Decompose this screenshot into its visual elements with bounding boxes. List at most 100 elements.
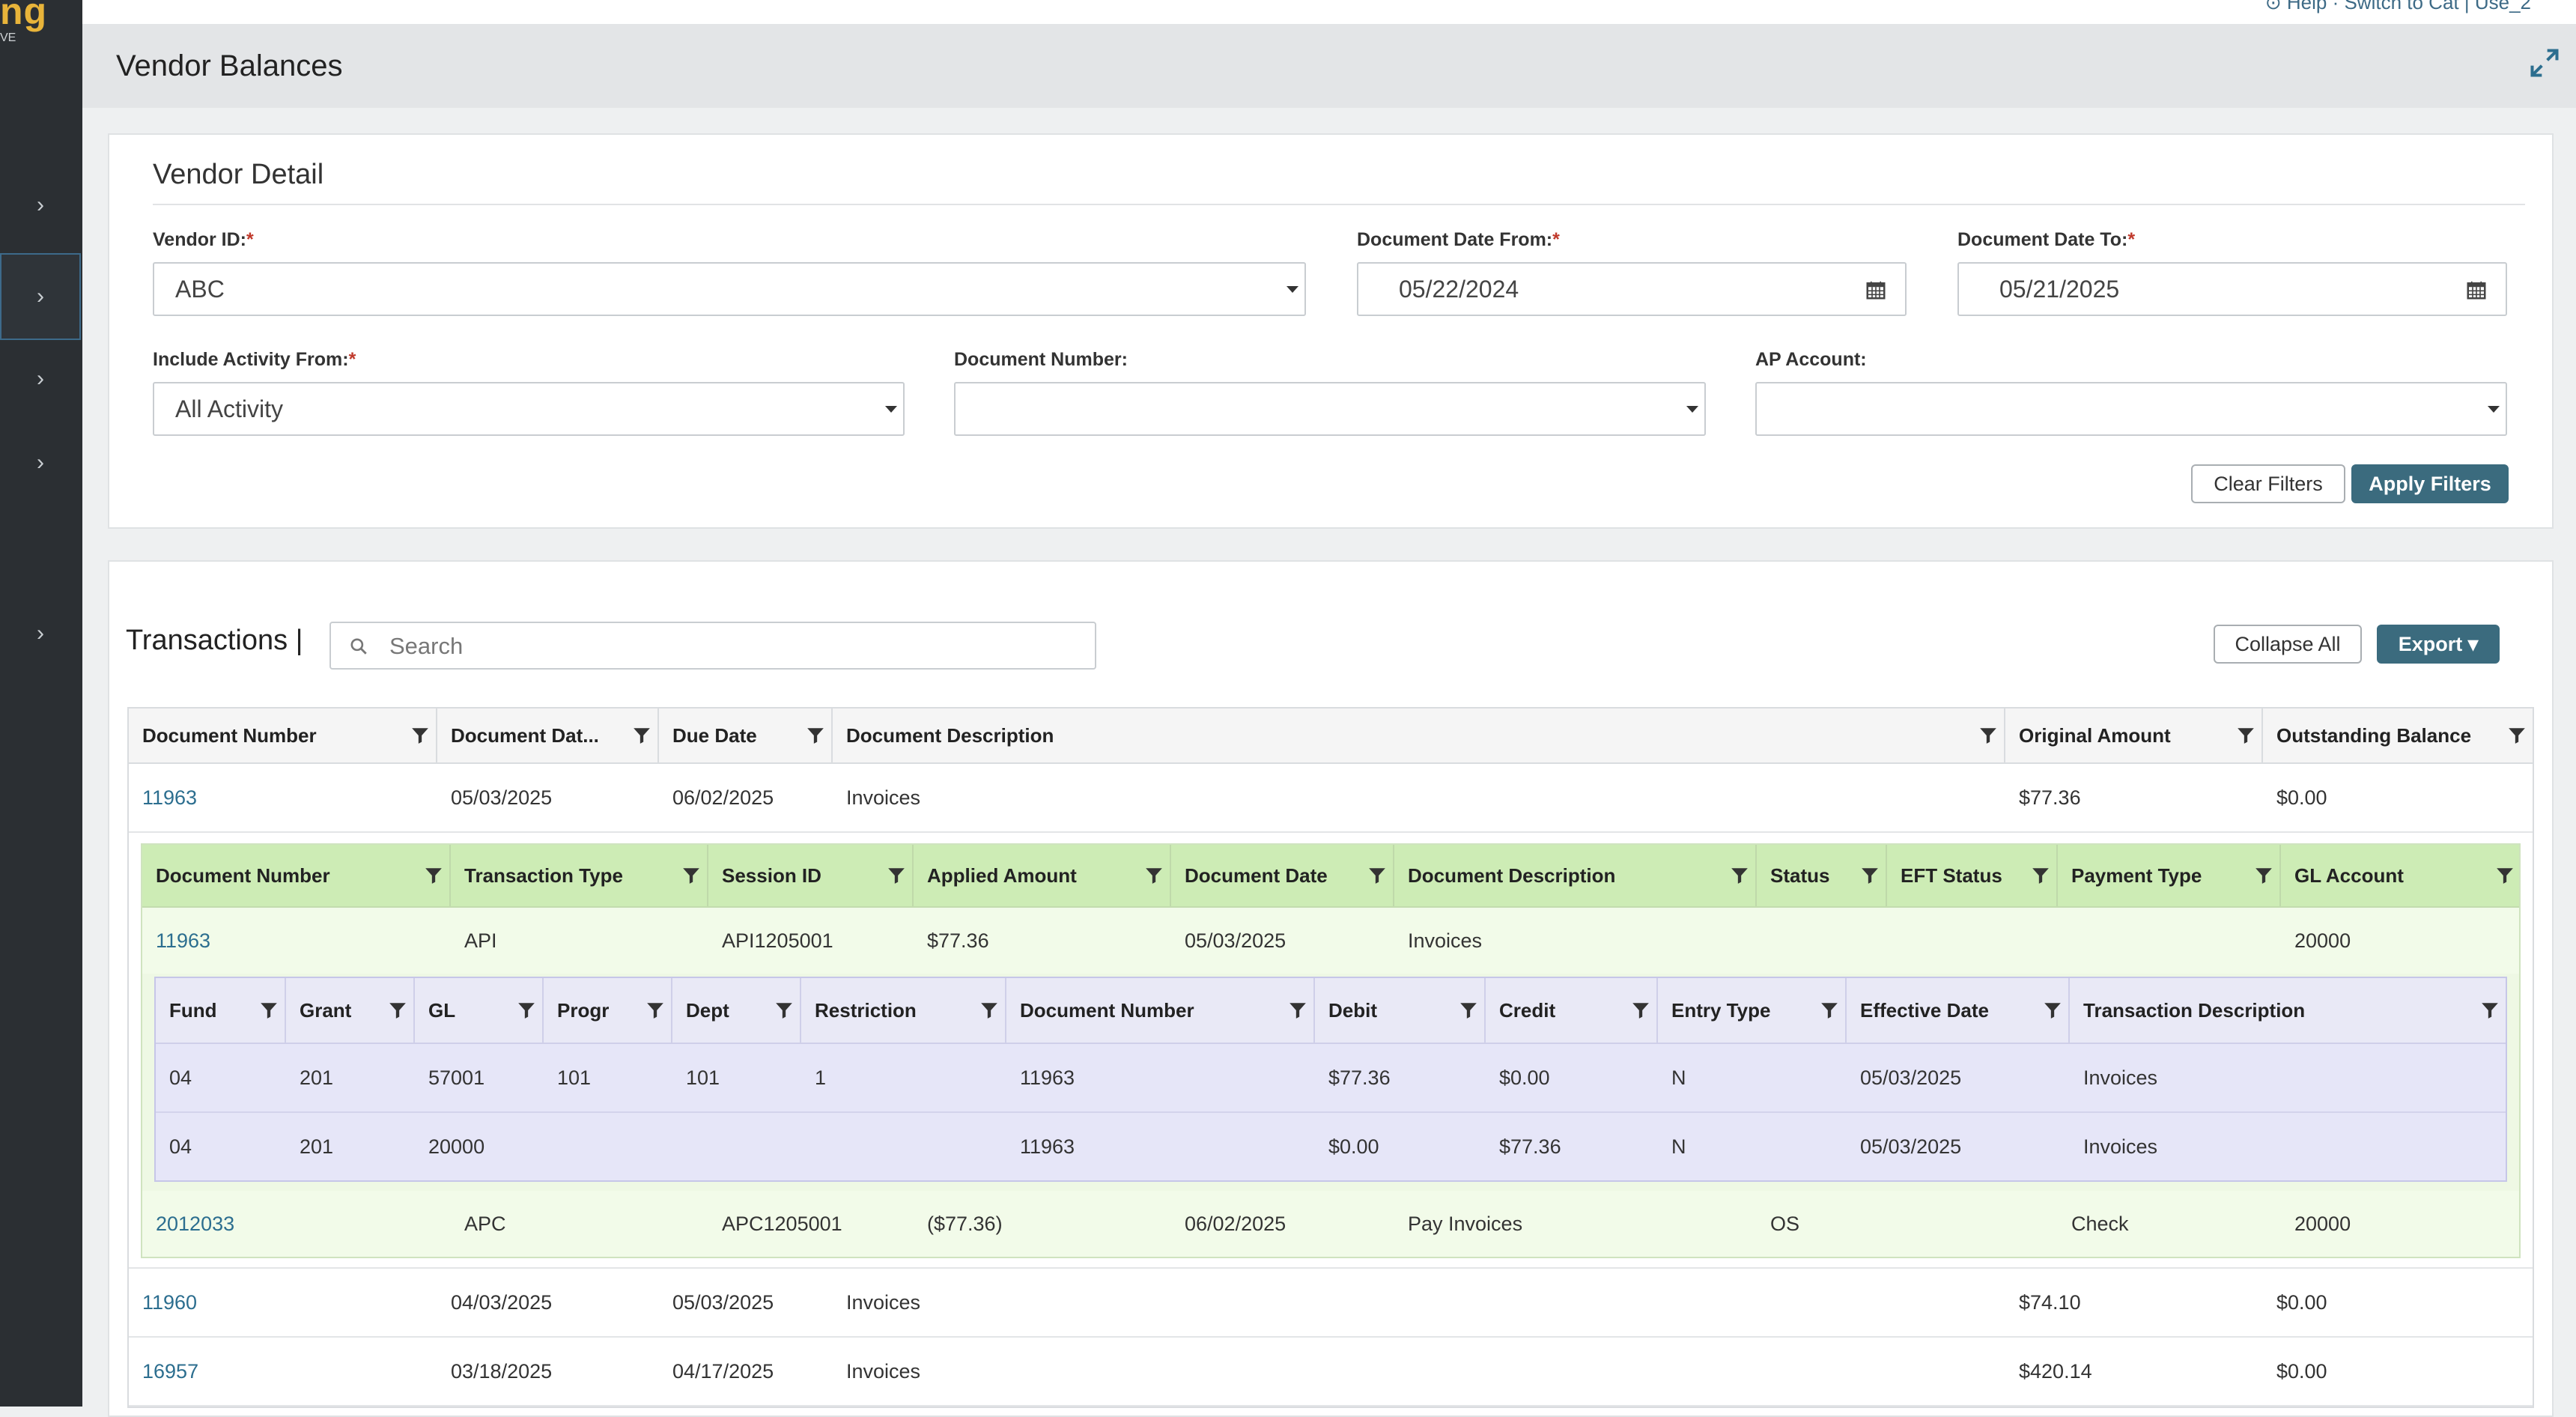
filter-icon[interactable] — [517, 1001, 536, 1020]
sidebar-item-3[interactable]: › — [0, 337, 81, 421]
column-header[interactable]: GL Account — [2281, 845, 2521, 906]
document-number-select[interactable] — [954, 382, 1706, 436]
column-header[interactable]: EFT Status — [1887, 845, 2058, 906]
column-header[interactable]: Payment Type — [2058, 845, 2281, 906]
column-header[interactable]: Entry Type — [1658, 978, 1847, 1043]
sidebar-item-4[interactable]: › — [0, 421, 81, 505]
sidebar-item-2[interactable]: › — [0, 253, 81, 340]
filter-icon[interactable] — [681, 866, 701, 885]
document-number-link[interactable]: 2012033 — [142, 1191, 234, 1257]
search-input[interactable] — [388, 629, 1065, 664]
document-number-link[interactable]: 16957 — [129, 1338, 198, 1405]
detail-row[interactable]: 11963 API API1205001 $77.36 05/03/2025 I… — [142, 908, 2519, 974]
filter-icon[interactable] — [979, 1001, 999, 1020]
filter-icon[interactable] — [2495, 866, 2515, 885]
document-number-link[interactable]: 11963 — [129, 764, 197, 831]
column-header[interactable]: Status — [1757, 845, 1887, 906]
ap-account-select[interactable] — [1755, 382, 2507, 436]
search-icon — [350, 638, 367, 655]
table-row[interactable]: 16957 03/18/2025 04/17/2025 Invoices $42… — [129, 1338, 2533, 1407]
expand-icon[interactable] — [2528, 46, 2561, 79]
calendar-icon[interactable] — [1865, 279, 1887, 301]
filter-icon[interactable] — [424, 866, 443, 885]
restriction — [801, 1113, 815, 1180]
column-header[interactable]: Document Date — [1171, 845, 1394, 906]
column-header[interactable]: Document Number — [129, 708, 437, 762]
filter-icon[interactable] — [774, 1001, 794, 1020]
date-from-input[interactable]: 05/22/2024 — [1357, 262, 1907, 316]
column-header[interactable]: Due Date — [659, 708, 833, 762]
filter-icon[interactable] — [2031, 866, 2050, 885]
gl-line-row[interactable]: 04 201 20000 11963 $0.00 $77.36 N 05/03/… — [156, 1113, 2506, 1180]
filter-icon[interactable] — [1631, 1001, 1650, 1020]
column-header[interactable]: Original Amount — [2005, 708, 2263, 762]
vendor-id-select[interactable]: ABC — [153, 262, 1306, 316]
filter-icon[interactable] — [1459, 1001, 1478, 1020]
date-to-input[interactable]: 05/21/2025 — [1957, 262, 2507, 316]
column-header[interactable]: Fund — [156, 978, 286, 1043]
column-header[interactable]: Dept — [672, 978, 801, 1043]
calendar-icon[interactable] — [2465, 279, 2488, 301]
column-header[interactable]: Credit — [1486, 978, 1658, 1043]
page-title: Vendor Balances — [116, 49, 343, 82]
filter-icon[interactable] — [2043, 1001, 2062, 1020]
column-header[interactable]: Restriction — [801, 978, 1006, 1043]
column-header[interactable]: GL — [415, 978, 544, 1043]
top-utility-bar: ⊙ Help · Switch to Cat | Use_2 — [82, 0, 2576, 24]
column-header[interactable]: Progr — [544, 978, 672, 1043]
top-utility-links[interactable]: ⊙ Help · Switch to Cat | Use_2 — [2265, 0, 2531, 14]
filter-icon[interactable] — [887, 866, 906, 885]
filter-icon[interactable] — [2254, 866, 2273, 885]
filter-icon[interactable] — [632, 726, 651, 745]
column-header[interactable]: Document Description — [1394, 845, 1757, 906]
filter-icon[interactable] — [1820, 1001, 1839, 1020]
filter-icon[interactable] — [2480, 1001, 2500, 1020]
column-header[interactable]: Document Description — [833, 708, 2005, 762]
apply-filters-button[interactable]: Apply Filters — [2351, 464, 2509, 503]
filter-icon[interactable] — [1144, 866, 1164, 885]
due-date: 04/17/2025 — [672, 1359, 774, 1383]
column-header[interactable]: Outstanding Balance — [2263, 708, 2533, 762]
detail-row[interactable]: 2012033 APC APC1205001 ($77.36) 06/02/20… — [142, 1191, 2519, 1257]
filter-icon[interactable] — [410, 726, 430, 745]
filter-icon[interactable] — [645, 1001, 665, 1020]
filter-icon[interactable] — [2507, 726, 2527, 745]
column-header[interactable]: Effective Date — [1847, 978, 2070, 1043]
filter-icon[interactable] — [806, 726, 825, 745]
clear-filters-button[interactable]: Clear Filters — [2191, 464, 2345, 503]
table-row[interactable]: 11960 04/03/2025 05/03/2025 Invoices $74… — [129, 1267, 2533, 1338]
column-header[interactable]: Debit — [1315, 978, 1486, 1043]
column-header[interactable]: Applied Amount — [914, 845, 1171, 906]
column-header[interactable]: Session ID — [708, 845, 914, 906]
column-header[interactable]: Document Dat... — [437, 708, 659, 762]
filter-icon[interactable] — [2236, 726, 2255, 745]
column-header[interactable]: Document Number — [1006, 978, 1315, 1043]
column-header[interactable]: Transaction Description — [2070, 978, 2506, 1043]
filter-icon[interactable] — [1367, 866, 1387, 885]
sidebar-item-5[interactable]: › — [0, 592, 81, 676]
filter-icon[interactable] — [1978, 726, 1998, 745]
column-header[interactable]: Transaction Type — [451, 845, 708, 906]
column-header[interactable]: Document Number — [142, 845, 451, 906]
sidebar-item-1[interactable]: › — [0, 163, 81, 247]
filter-icon[interactable] — [259, 1001, 279, 1020]
gl-line-row[interactable]: 04 201 57001 101 101 1 11963 $77.36 $0.0… — [156, 1044, 2506, 1113]
filter-icon[interactable] — [388, 1001, 407, 1020]
date-from-value: 05/22/2024 — [1399, 275, 1519, 303]
include-activity-select[interactable]: All Activity — [153, 382, 905, 436]
export-button[interactable]: Export ▾ — [2377, 625, 2500, 664]
credit: $77.36 — [1499, 1135, 1561, 1158]
column-header[interactable]: Grant — [286, 978, 415, 1043]
search-box[interactable] — [329, 622, 1096, 670]
outstanding-balance: $0.00 — [2276, 786, 2327, 809]
table-row[interactable]: 11963 05/03/2025 06/02/2025 Invoices $77… — [129, 764, 2533, 833]
due-date: 06/02/2025 — [672, 786, 774, 809]
document-number-link[interactable]: 11960 — [129, 1269, 197, 1336]
transactions-grid: Document Number Document Dat... Due Date… — [127, 707, 2534, 1408]
filter-icon[interactable] — [1860, 866, 1880, 885]
collapse-all-button[interactable]: Collapse All — [2214, 625, 2362, 664]
vendor-detail-card: Vendor Detail Vendor ID:* ABC Document D… — [108, 133, 2554, 529]
filter-icon[interactable] — [1288, 1001, 1307, 1020]
filter-icon[interactable] — [1730, 866, 1749, 885]
document-number-link[interactable]: 11963 — [142, 908, 210, 974]
